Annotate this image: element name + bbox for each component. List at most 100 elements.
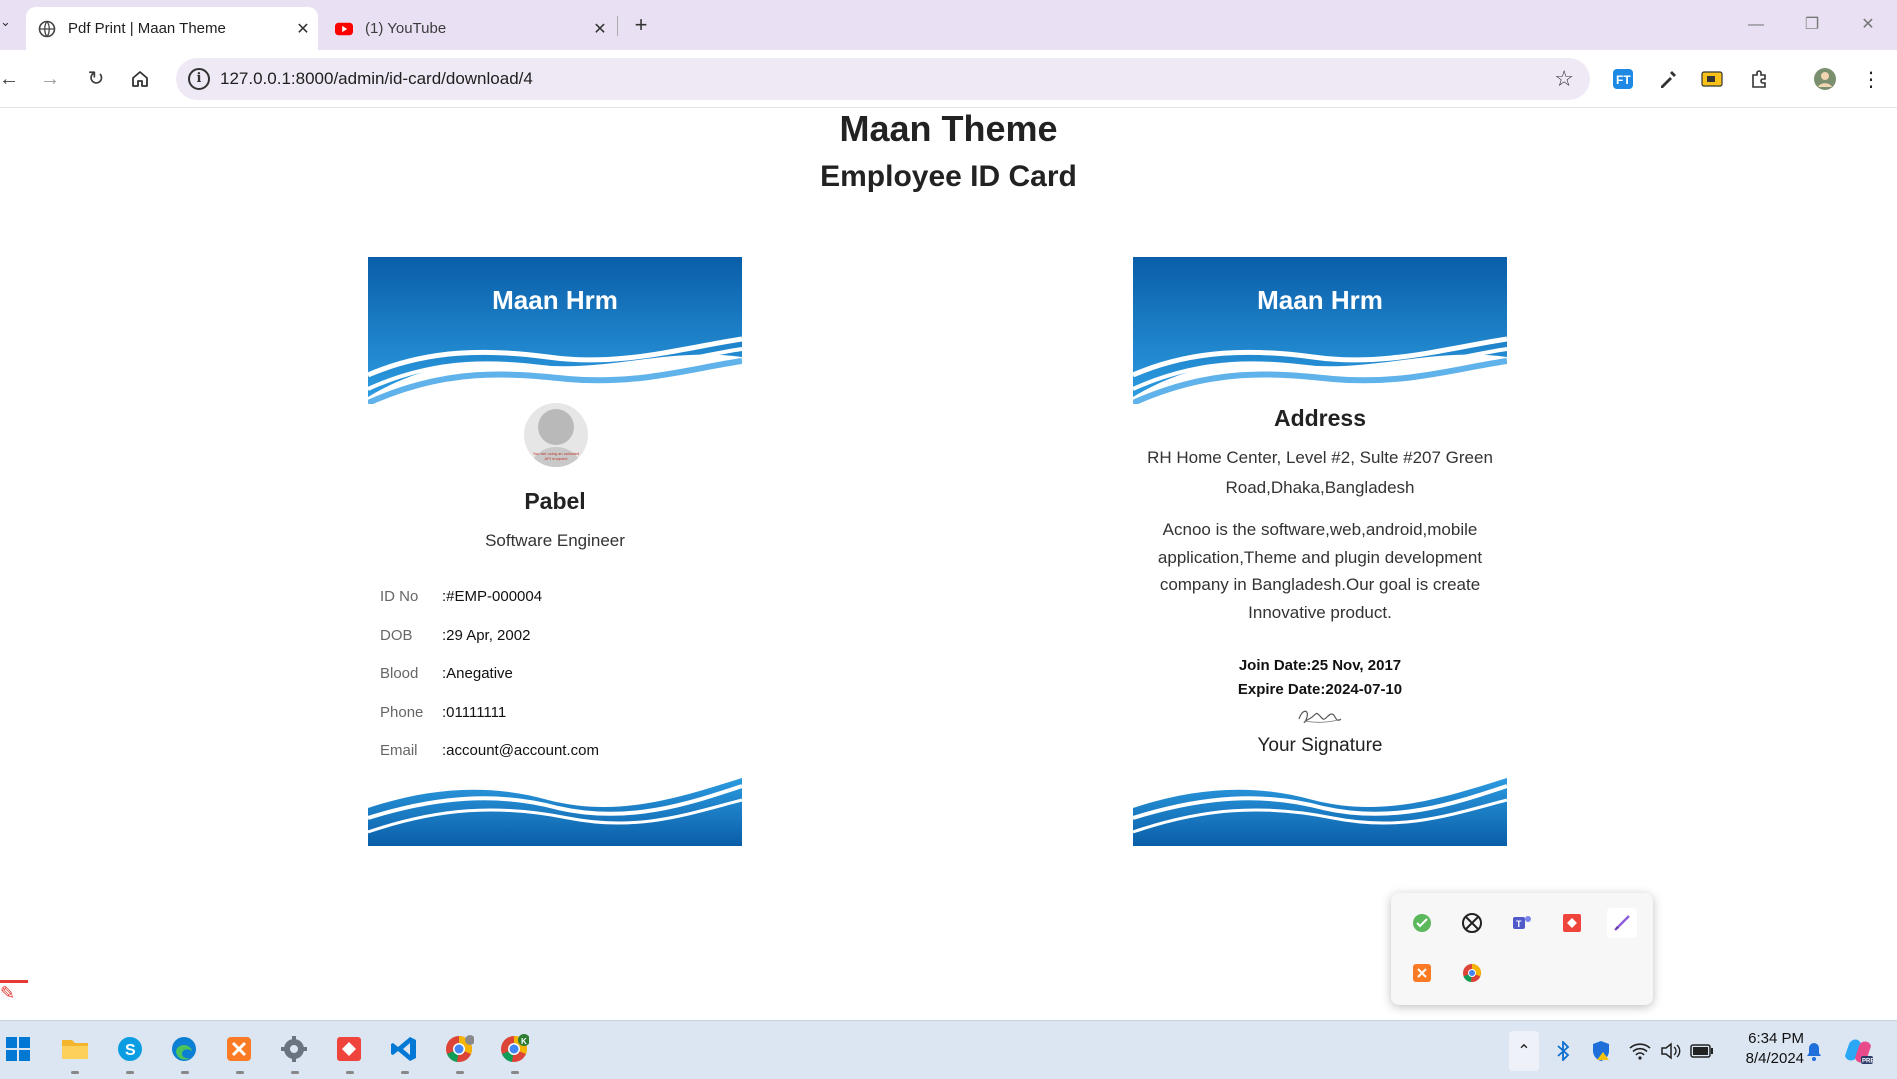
card-brand: Maan Hrm — [1257, 285, 1383, 315]
windows-taskbar: S K ⌃ 6:34 PM 8/4/2024 PRE — [0, 1020, 1897, 1079]
signature-image — [1295, 705, 1345, 727]
url-text[interactable]: 127.0.0.1:8000/admin/id-card/download/4 — [220, 69, 533, 89]
avatar-overlay-text: You are using an outdated API endpoint — [532, 451, 580, 461]
info-row-dob: DOB :29 Apr, 2002 — [380, 627, 730, 651]
employee-designation: Software Engineer — [485, 531, 625, 550]
forward-arrow-icon[interactable]: → — [35, 64, 65, 94]
new-tab-button[interactable]: + — [628, 12, 654, 38]
running-indicator — [401, 1071, 409, 1074]
info-value: :01111111 — [442, 704, 507, 721]
card-brand: Maan Hrm — [492, 285, 618, 315]
edge-icon[interactable] — [166, 1031, 202, 1067]
wifi-icon[interactable] — [1628, 1039, 1652, 1063]
clock-time: 6:34 PM — [1748, 1030, 1804, 1047]
svg-text:T: T — [1516, 919, 1522, 929]
home-icon[interactable] — [125, 64, 155, 94]
copilot-icon[interactable]: PRE — [1842, 1035, 1874, 1067]
volume-icon[interactable] — [1659, 1039, 1683, 1063]
browser-tab-strip: ⌄ Pdf Print | Maan Theme ✕ (1) YouTube ✕… — [0, 0, 1897, 50]
defender-shield-icon[interactable] — [1589, 1039, 1613, 1063]
info-label: Blood — [380, 665, 419, 682]
minimize-icon[interactable]: — — [1731, 10, 1781, 40]
signature-label: Your Signature — [1257, 735, 1383, 756]
tab-pdf-print[interactable]: Pdf Print | Maan Theme ✕ — [26, 7, 318, 50]
card-footer-wave — [1133, 778, 1507, 846]
running-indicator — [236, 1071, 244, 1074]
tray-chevron-up-icon[interactable]: ⌃ — [1509, 1031, 1539, 1071]
company-address: RH Home Center, Level #2, Sulte #207 Gre… — [1147, 448, 1493, 497]
browser-toolbar: ← → ↻ i 127.0.0.1:8000/admin/id-card/dow… — [0, 50, 1897, 108]
page-subtitle: Employee ID Card — [820, 160, 1077, 193]
info-label: Phone — [380, 704, 424, 721]
tab-search-chevron-icon[interactable]: ⌄ — [0, 14, 12, 34]
profile-avatar[interactable] — [1812, 66, 1838, 92]
address-bar[interactable]: i 127.0.0.1:8000/admin/id-card/download/… — [176, 58, 1590, 100]
id-card-back: Maan Hrm Address RH Home Center, Level #… — [1133, 257, 1507, 846]
info-label: Email — [380, 742, 418, 759]
running-indicator — [71, 1071, 79, 1074]
anydesk-icon[interactable] — [331, 1031, 367, 1067]
site-info-icon[interactable]: i — [188, 68, 210, 90]
bluetooth-icon[interactable] — [1551, 1039, 1575, 1063]
pen-icon[interactable] — [1607, 908, 1637, 938]
xampp-icon[interactable] — [221, 1031, 257, 1067]
close-window-icon[interactable]: ✕ — [1843, 10, 1893, 40]
xbox-icon[interactable] — [1457, 908, 1487, 938]
join-date: Join Date:25 Nov, 2017 — [1238, 657, 1402, 674]
vscode-icon[interactable] — [386, 1031, 422, 1067]
wallet-extension-icon[interactable] — [1699, 66, 1725, 92]
running-indicator — [511, 1071, 519, 1074]
chrome-profile-icon[interactable]: K — [496, 1031, 532, 1067]
tab-close-icon[interactable]: ✕ — [585, 19, 615, 39]
tab-youtube[interactable]: (1) YouTube ✕ — [323, 7, 615, 50]
font-extension-icon[interactable]: FT — [1610, 66, 1636, 92]
info-row-id: ID No :#EMP-000004 — [380, 588, 730, 612]
laravel-debug-icon[interactable]: ✎ — [0, 980, 28, 1020]
info-value: :account@account.com — [442, 742, 599, 759]
info-row-phone: Phone :01111111 — [380, 704, 730, 728]
svg-text:FT: FT — [1616, 73, 1631, 87]
tab-close-icon[interactable]: ✕ — [288, 19, 318, 39]
eyedropper-icon[interactable] — [1655, 66, 1681, 92]
globe-icon — [38, 20, 56, 38]
battery-icon[interactable] — [1690, 1039, 1714, 1063]
chrome-icon[interactable] — [441, 1031, 477, 1067]
settings-icon[interactable] — [276, 1031, 312, 1067]
tab-title: Pdf Print | Maan Theme — [68, 20, 226, 37]
system-clock[interactable]: 6:34 PM 8/4/2024 — [1728, 1029, 1804, 1069]
info-value: :Anegative — [442, 665, 513, 682]
info-row-email: Email :account@account.com — [380, 742, 730, 766]
card-header-wave: Maan Hrm — [1133, 257, 1507, 404]
info-value: :#EMP-000004 — [442, 588, 543, 605]
running-indicator — [346, 1071, 354, 1074]
info-value: :29 Apr, 2002 — [442, 627, 531, 644]
notification-bell-icon[interactable] — [1802, 1039, 1826, 1063]
clock-date: 8/4/2024 — [1745, 1050, 1804, 1067]
employee-photo: You are using an outdated API endpoint — [524, 403, 588, 467]
xampp-icon[interactable] — [1407, 958, 1437, 988]
address-heading: Address — [1273, 405, 1367, 431]
chrome-menu-icon[interactable]: ⋮ — [1858, 66, 1884, 92]
reload-icon[interactable]: ↻ — [81, 64, 111, 94]
back-arrow-icon[interactable]: ← — [0, 64, 24, 94]
extensions-puzzle-icon[interactable] — [1746, 66, 1772, 92]
profile-badge-letter: K — [521, 1037, 527, 1046]
chrome-icon[interactable] — [1457, 958, 1487, 988]
info-label: DOB — [380, 627, 413, 644]
bookmark-star-icon[interactable]: ☆ — [1554, 66, 1574, 92]
anydesk-icon[interactable] — [1557, 908, 1587, 938]
restore-icon[interactable]: ❐ — [1787, 10, 1837, 40]
employee-name: Pabel — [524, 488, 586, 514]
start-icon[interactable] — [0, 1031, 36, 1067]
teams-icon[interactable]: T — [1507, 908, 1537, 938]
svg-text:PRE: PRE — [1862, 1059, 1873, 1065]
expire-date: Expire Date:2024-07-10 — [1237, 681, 1403, 698]
running-indicator — [456, 1071, 464, 1074]
info-row-blood: Blood :Anegative — [380, 665, 730, 689]
skype-icon[interactable]: S — [112, 1031, 148, 1067]
tray-overflow-popup: T — [1391, 893, 1653, 1005]
running-indicator — [181, 1071, 189, 1074]
security-check-icon[interactable] — [1407, 908, 1437, 938]
file-explorer-icon[interactable] — [57, 1031, 93, 1067]
card-header-wave: Maan Hrm — [368, 257, 742, 404]
